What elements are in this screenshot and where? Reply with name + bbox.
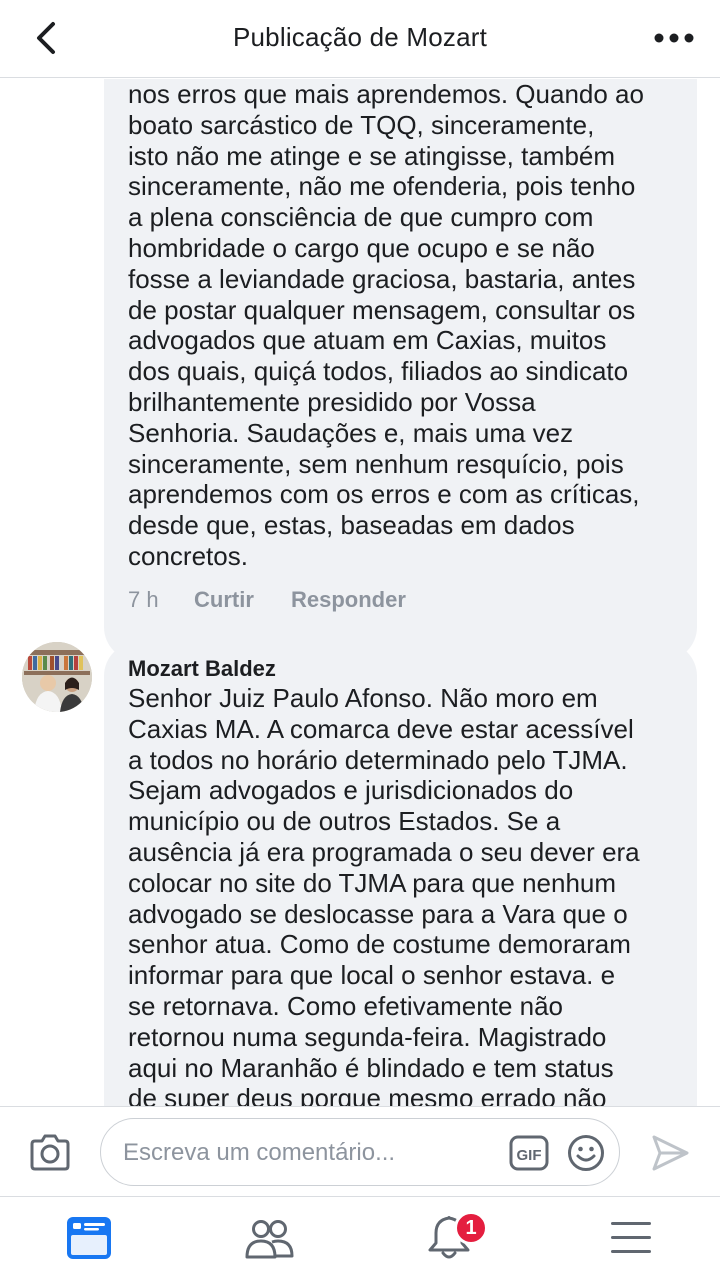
comment-line: de postar qualquer mensagem, consultar o… <box>128 294 636 325</box>
comment-line: advogados que atuam em Caxias, muitos <box>128 325 607 356</box>
friends-icon <box>245 1220 294 1259</box>
gif-button[interactable]: GIF <box>509 1135 549 1171</box>
comment-line: colocar no site do TJMA para que nenhum <box>128 867 617 898</box>
notification-badge: 1 <box>454 1211 488 1245</box>
like-button[interactable]: Curtir <box>194 587 291 613</box>
comment-line: se retornava. Como efetivamente não <box>128 990 564 1021</box>
camera-icon <box>30 1134 70 1171</box>
comment-line: advogado se deslocasse para a Vara que o <box>128 898 628 929</box>
comment-line: a plena consciência de que cumpro com <box>128 202 594 233</box>
gif-label: GIF <box>517 1147 542 1164</box>
comment-line: informar para que local o senhor estava.… <box>128 960 616 991</box>
comment-line: fosse a leviandade graciosa, bastaria, a… <box>128 263 636 294</box>
comment-line: sinceramente, sem nenhum resquício, pois <box>128 448 624 479</box>
comment-text: Senhor Juiz Paulo Afonso. Não moro em Ca… <box>128 683 688 1106</box>
comment-author[interactable]: Mozart Baldez <box>128 656 276 682</box>
comment-timestamp: 7 h <box>128 587 159 612</box>
comment-bubble: nos erros que mais aprendemos. Quando ao… <box>104 79 697 661</box>
emoji-icon <box>568 1135 604 1171</box>
comment-line: município ou de outros Estados. Se a <box>128 806 561 837</box>
send-button[interactable] <box>650 1133 690 1173</box>
comment-line: nos erros que mais aprendemos. Quando ao <box>128 79 644 109</box>
comment-line: hombridade o cargo que ocupo e se não <box>128 232 595 263</box>
comment-line: de super deus porque mesmo errado não <box>128 1083 607 1106</box>
comment-line: desde que, estas, baseadas em dados <box>128 510 575 541</box>
comment-line: aqui no Maranhão é blindado e tem status <box>128 1052 614 1083</box>
bottom-tab-bar: 1 <box>0 1196 720 1280</box>
avatar[interactable] <box>22 642 92 712</box>
camera-button[interactable] <box>28 1133 72 1173</box>
send-icon <box>652 1135 689 1171</box>
comment-line: Senhoria. Saudações e, mais uma vez <box>128 417 574 448</box>
hamburger-menu-icon <box>611 1222 651 1253</box>
news-feed-icon <box>67 1217 111 1259</box>
comment-line: sinceramente, não me ofenderia, pois ten… <box>128 171 636 202</box>
comment-line: a todos no horário determinado pelo TJMA… <box>128 744 628 775</box>
comment-line: ausência já era programada o seu dever e… <box>128 836 640 867</box>
comment-line: dos quais, quiçá todos, filiados ao sind… <box>128 356 629 387</box>
comment-composer: Escreva um comentário... GIF <box>0 1106 720 1196</box>
avatar-photo-icon <box>22 642 92 712</box>
comment-actions: 7 h Curtir Responder <box>128 587 406 613</box>
tab-friends[interactable] <box>244 1213 294 1263</box>
reply-button[interactable]: Responder <box>291 587 406 613</box>
comment-line: isto não me atinge e se atingisse, també… <box>128 140 616 171</box>
comment-text: nos erros que mais aprendemos. Quando ao… <box>128 79 688 572</box>
emoji-button[interactable] <box>567 1134 605 1172</box>
comment-line: retornou numa segunda-feira. Magistrado <box>128 1021 607 1052</box>
tab-menu[interactable] <box>606 1213 656 1263</box>
comments-feed[interactable]: nos erros que mais aprendemos. Quando ao… <box>0 79 720 1106</box>
comment-line: aprendemos com os erros e com as crítica… <box>128 479 640 510</box>
more-dots-icon <box>654 33 694 43</box>
comment-line: concretos. <box>128 540 248 571</box>
comment-line: Caxias MA. A comarca deve estar acessíve… <box>128 713 634 744</box>
comment-input[interactable]: Escreva um comentário... GIF <box>100 1118 620 1186</box>
comment-line: Senhor Juiz Paulo Afonso. Não moro em <box>128 683 598 713</box>
comment-line: Sejam advogados e jurisdicionados do <box>128 775 574 806</box>
tab-news-feed[interactable] <box>64 1213 114 1263</box>
more-options-button[interactable] <box>652 20 696 56</box>
comment-line: brilhantemente presidido por Vossa <box>128 386 536 417</box>
comment-input-placeholder: Escreva um comentário... <box>123 1139 396 1166</box>
page-title: Publicação de Mozart <box>232 22 488 52</box>
comment-bubble: Mozart Baldez Senhor Juiz Paulo Afonso. … <box>104 642 697 1106</box>
top-navigation-bar: Publicação de Mozart <box>0 0 720 78</box>
comment-line: boato sarcástico de TQQ, sinceramente, <box>128 109 595 140</box>
comment-line: senhor atua. Como de costume demoraram <box>128 929 631 960</box>
gif-icon: GIF <box>509 1135 549 1171</box>
